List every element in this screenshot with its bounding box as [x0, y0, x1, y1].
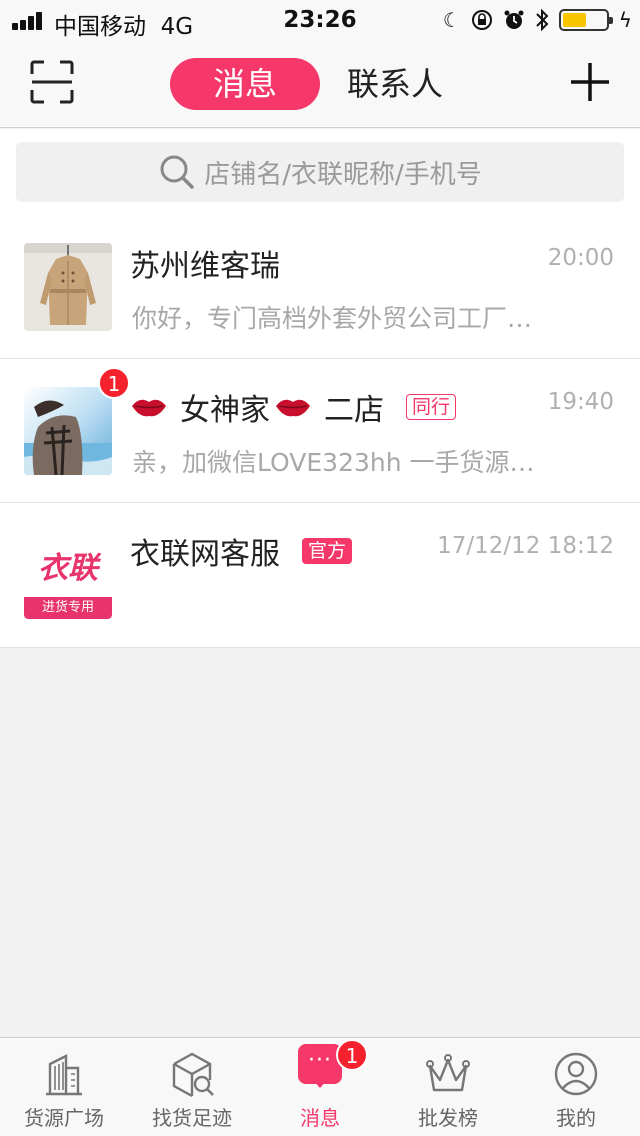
- contact-name: 衣联网客服: [130, 537, 280, 572]
- lips-icon: [276, 399, 310, 417]
- tab-browse-history[interactable]: 找货足迹: [128, 1038, 256, 1136]
- contact-name-part1: 女神家: [180, 393, 270, 428]
- unread-badge: 1: [98, 367, 130, 399]
- tab-contacts[interactable]: 联系人: [330, 58, 460, 110]
- search-placeholder: 店铺名/衣联昵称/手机号: [204, 159, 482, 190]
- status-right: ☾ ϟ: [443, 6, 632, 34]
- conversation-row[interactable]: 1 女神家 二店 同行 19:40 亲，加微信LOVE323hh 一手货源…: [0, 359, 640, 503]
- battery-icon: [558, 9, 613, 31]
- rotation-lock-icon: [471, 10, 492, 30]
- bluetooth-icon: [536, 8, 549, 32]
- conversation-row[interactable]: 苏州维客瑞 20:00 你好，专门高档外套外贸公司工厂…: [0, 215, 640, 359]
- charging-icon: ϟ: [618, 8, 632, 32]
- official-tag: 官方: [302, 538, 353, 564]
- scan-icon: [30, 60, 74, 104]
- lips-icon: [132, 399, 166, 417]
- tab-label: 消息: [300, 1106, 340, 1130]
- conversation-row[interactable]: 衣联 进货专用 衣联网客服 官方 17/12/12 18:12: [0, 503, 640, 648]
- contact-name-part2: 二店: [324, 393, 384, 428]
- alarm-icon: [504, 10, 524, 29]
- search-area: 店铺名/衣联昵称/手机号: [0, 129, 640, 215]
- tab-bar: 货源广场 找货足迹 ··· 1 消息 批发榜 我的: [0, 1037, 640, 1136]
- tab-messages-bottom[interactable]: ··· 1 消息: [256, 1038, 384, 1136]
- avatar: 衣联 进货专用: [24, 531, 112, 619]
- tab-label: 找货足迹: [152, 1106, 232, 1130]
- tab-label: 批发榜: [418, 1106, 478, 1130]
- avatar-logo-sub: 进货专用: [24, 597, 112, 619]
- tab-source-square[interactable]: 货源广场: [0, 1038, 128, 1136]
- moon-icon: ☾: [442, 8, 461, 32]
- message-time: 19:40: [547, 389, 614, 415]
- plus-icon: [571, 63, 609, 101]
- add-button[interactable]: [568, 60, 612, 104]
- conversation-list: 苏州维客瑞 20:00 你好，专门高档外套外贸公司工厂… 1 女神家 二店 同行…: [0, 215, 640, 648]
- message-preview: 你好，专门高档外套外贸公司工厂…: [132, 304, 533, 333]
- header: 消息 联系人: [0, 40, 640, 128]
- box-search-icon: [172, 1052, 214, 1098]
- tab-messages[interactable]: 消息: [170, 58, 320, 110]
- message-time: 17/12/12 18:12: [437, 533, 614, 559]
- tab-mine[interactable]: 我的: [512, 1038, 640, 1136]
- scan-button[interactable]: [28, 58, 76, 106]
- crown-icon: [426, 1054, 470, 1092]
- tab-wholesale-rank[interactable]: 批发榜: [384, 1038, 512, 1136]
- tab-label: 货源广场: [24, 1106, 104, 1130]
- avatar: [24, 387, 112, 475]
- search-input[interactable]: 店铺名/衣联昵称/手机号: [16, 142, 624, 202]
- tab-label: 我的: [556, 1106, 596, 1130]
- avatar: [24, 243, 112, 331]
- message-preview: 亲，加微信LOVE323hh 一手货源…: [132, 448, 535, 477]
- status-bar: 中国移动 4G 23:26 ☾ ϟ: [0, 0, 640, 40]
- chat-bubble-icon: ···: [298, 1044, 342, 1084]
- contact-name: 苏州维客瑞: [130, 249, 280, 284]
- building-icon: [46, 1054, 82, 1096]
- peer-tag: 同行: [406, 394, 457, 420]
- search-icon: [160, 155, 194, 189]
- person-icon: [554, 1052, 598, 1096]
- message-time: 20:00: [547, 245, 614, 271]
- avatar-logo-text: 衣联: [38, 551, 98, 586]
- unread-badge: 1: [336, 1039, 368, 1071]
